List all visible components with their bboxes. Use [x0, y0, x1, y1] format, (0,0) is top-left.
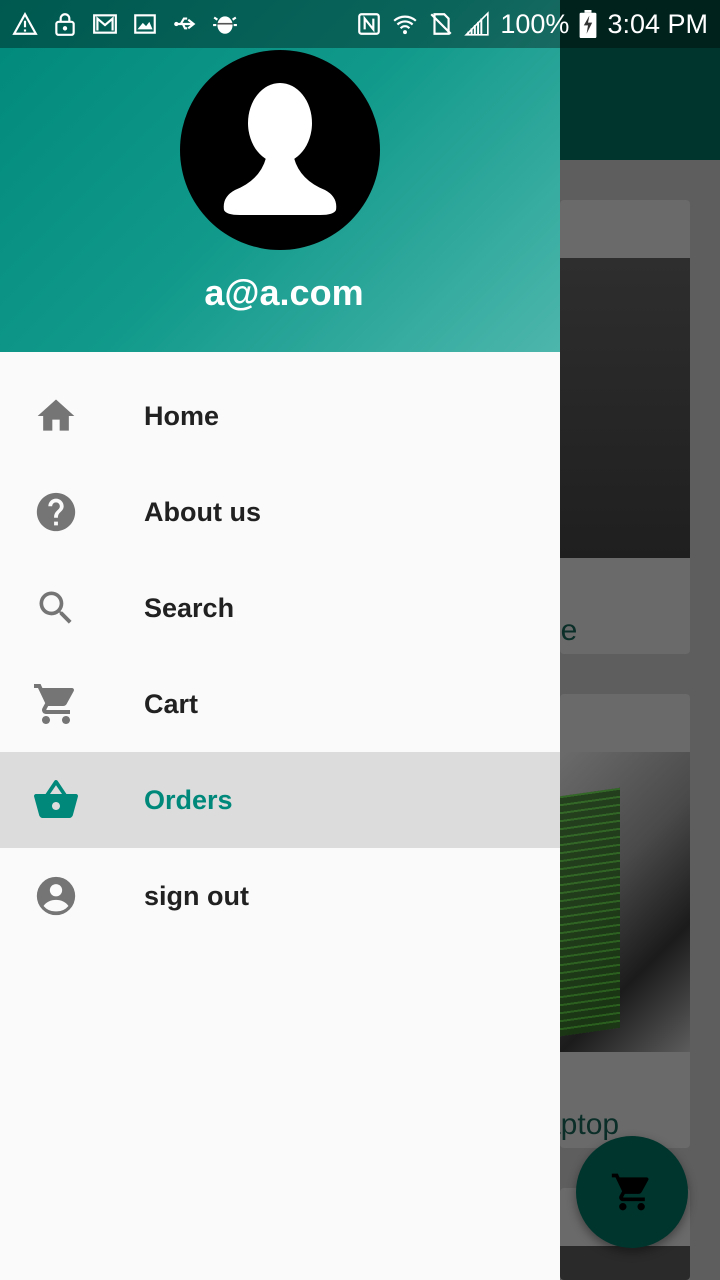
battery-percent: 100%	[500, 8, 570, 39]
cart-icon	[611, 1173, 649, 1211]
no-sim-icon	[430, 13, 452, 35]
menu-item-label: Home	[144, 400, 220, 431]
clock: 3:04 PM	[607, 8, 708, 39]
wifi-icon	[393, 15, 417, 35]
product-card[interactable]: aptop	[560, 694, 690, 1148]
basket-icon	[32, 778, 80, 822]
navigation-drawer: a@a.com Home About us Search Cart Orders…	[0, 0, 560, 1280]
signal-icon	[464, 11, 490, 36]
product-card[interactable]: ne	[560, 200, 690, 654]
drawer-header: a@a.com	[0, 0, 560, 352]
lock-icon	[55, 13, 75, 36]
menu-item-label: Search	[144, 592, 235, 623]
product-image	[560, 258, 690, 558]
product-image	[560, 752, 690, 1052]
user-email: a@a.com	[204, 272, 364, 313]
status-bar: 100% 3:04 PM	[0, 0, 720, 48]
gmail-icon	[93, 14, 117, 34]
user-silhouette-icon	[223, 83, 337, 215]
menu-item-about-us[interactable]: About us	[0, 464, 560, 560]
product-image	[560, 1246, 690, 1280]
account-circle-icon	[32, 874, 80, 918]
battery-charging-icon	[580, 10, 597, 38]
home-icon	[32, 394, 80, 438]
menu-item-orders[interactable]: Orders	[0, 752, 560, 848]
profile-avatar[interactable]	[180, 50, 380, 250]
image-icon	[134, 14, 156, 34]
menu-item-search[interactable]: Search	[0, 560, 560, 656]
menu-item-sign-out[interactable]: sign out	[0, 848, 560, 944]
cart-icon	[32, 682, 80, 726]
menu-item-label: Orders	[144, 784, 233, 815]
nfc-icon	[358, 13, 381, 35]
menu-item-cart[interactable]: Cart	[0, 656, 560, 752]
product-title: ne	[560, 614, 578, 647]
warning-icon	[12, 12, 38, 35]
usb-icon	[174, 17, 196, 30]
menu-item-label: Cart	[144, 688, 199, 719]
menu-item-label: About us	[144, 496, 261, 527]
search-icon	[32, 586, 80, 630]
cart-fab-button[interactable]	[576, 1136, 688, 1248]
drawer-menu: Home About us Search Cart Orders sign ou…	[0, 368, 560, 944]
menu-item-home[interactable]: Home	[0, 368, 560, 464]
android-debug-icon	[213, 16, 237, 34]
help-circle-icon	[32, 490, 80, 534]
menu-item-label: sign out	[144, 880, 249, 911]
